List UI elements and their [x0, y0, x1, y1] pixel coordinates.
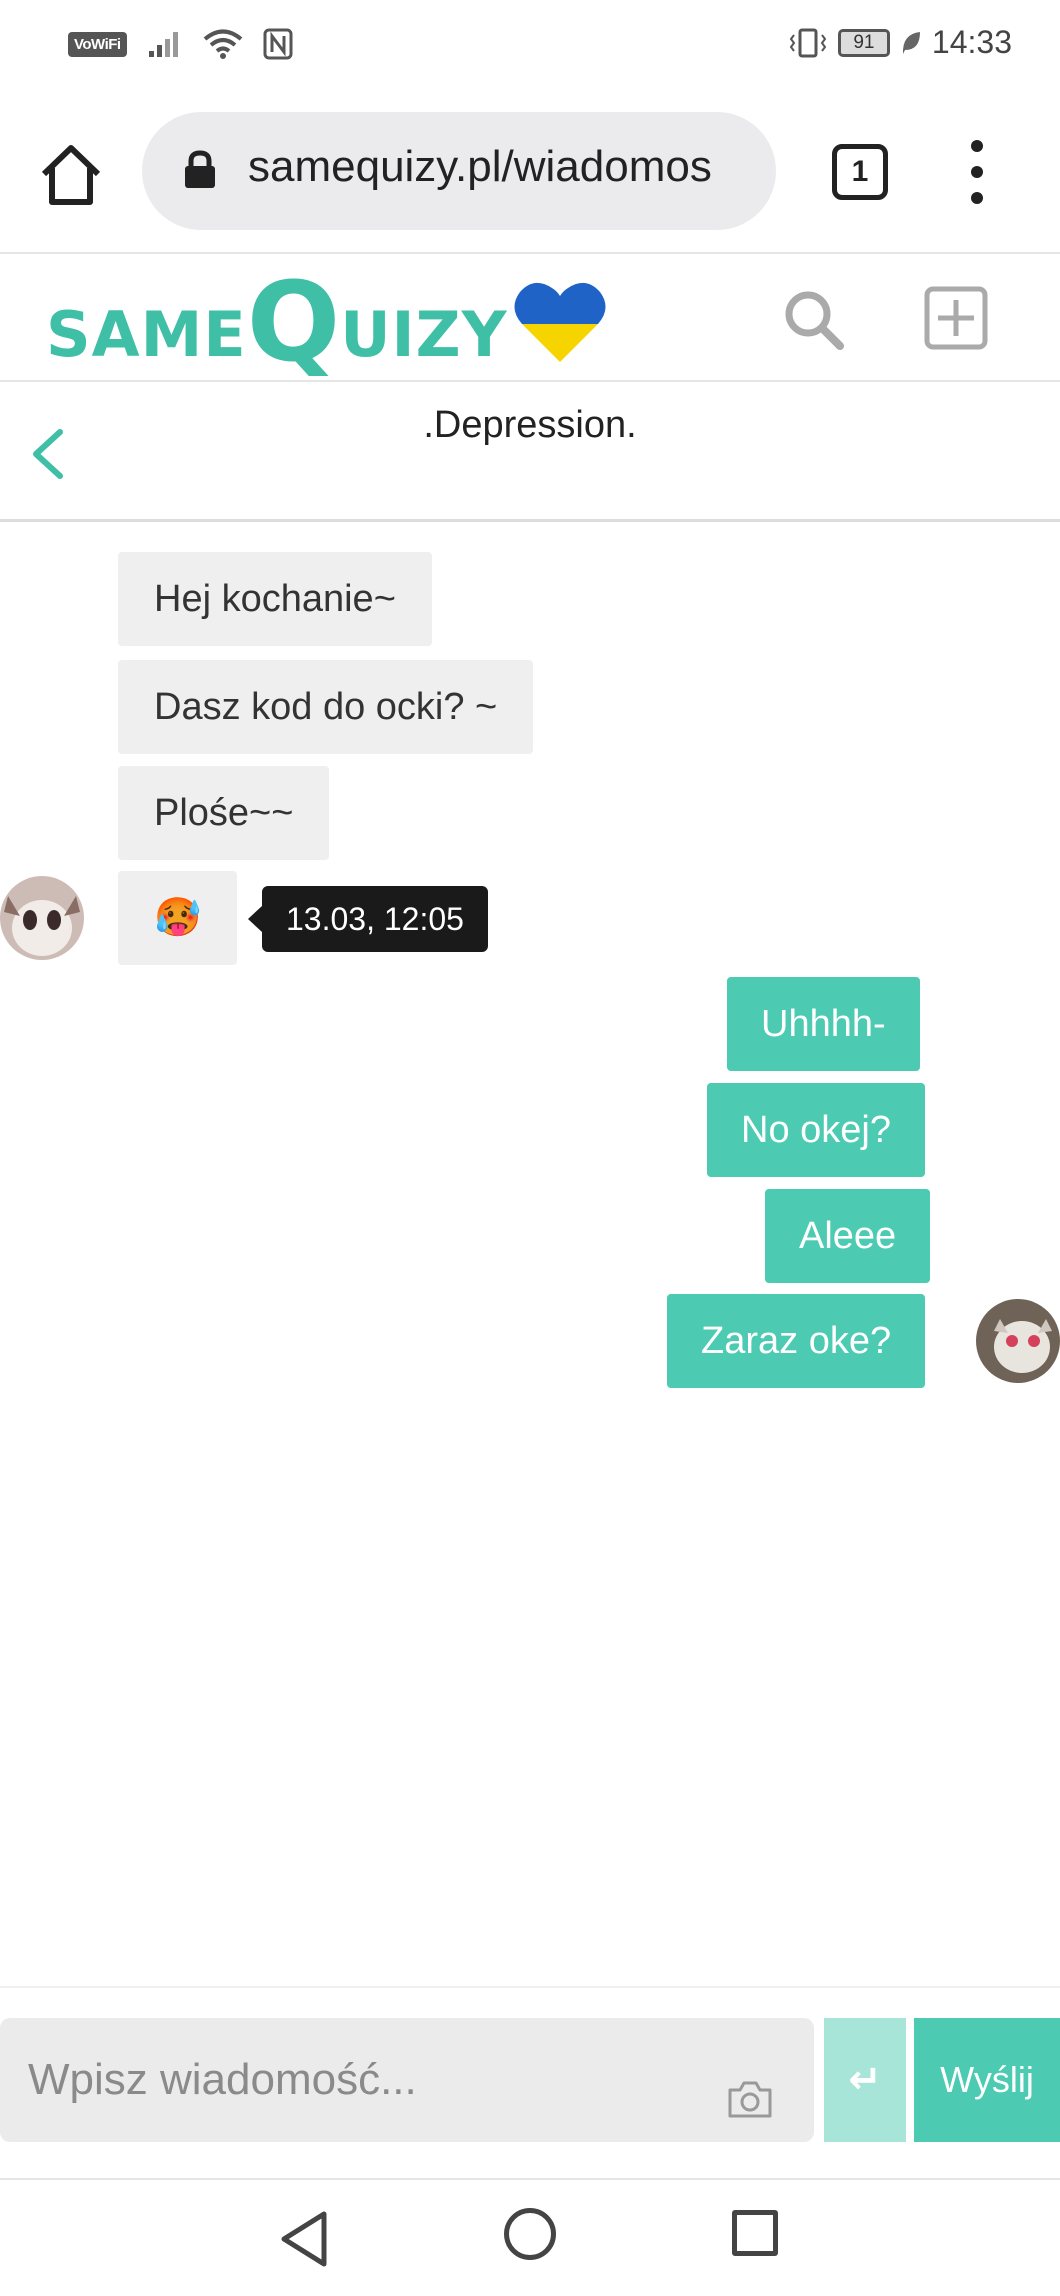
message-timestamp-tooltip: 13.03, 12:05 — [248, 886, 488, 952]
ukraine-heart-icon — [514, 282, 606, 363]
wifi-icon — [203, 29, 242, 59]
enter-toggle-button[interactable]: ↵ — [824, 2018, 906, 2142]
clock: 14:33 — [931, 24, 1012, 60]
camera-icon[interactable] — [726, 2078, 774, 2120]
nav-back-icon[interactable] — [278, 2210, 332, 2268]
tab-switcher-button[interactable]: 1 — [832, 144, 888, 200]
url-text[interactable]: samequizy.pl/wiadomos — [248, 142, 748, 192]
composer-divider — [0, 1986, 1060, 1988]
message-input[interactable] — [28, 2048, 708, 2112]
home-icon[interactable] — [36, 140, 106, 210]
incoming-message[interactable]: Hej kochanie~ — [118, 552, 432, 646]
status-right: 91 14:33 — [788, 24, 1012, 61]
browser-menu-icon[interactable] — [962, 140, 992, 204]
vibrate-icon — [789, 28, 827, 57]
lock-icon — [185, 150, 215, 188]
incoming-message[interactable]: Dasz kod do ocki? ~ — [118, 660, 534, 754]
outgoing-message[interactable]: No okej? — [707, 1083, 925, 1177]
outgoing-message[interactable]: Uhhhh- — [727, 977, 920, 1071]
outgoing-message[interactable]: Zaraz oke? — [667, 1294, 926, 1388]
site-header: SAME Q UIZY — [0, 256, 1060, 382]
message-input-box[interactable] — [0, 2018, 814, 2142]
conversation-header: .Depression. — [0, 384, 1060, 522]
sender-avatar[interactable] — [0, 876, 84, 960]
status-left: VoWiFi — [68, 28, 293, 60]
incoming-message-emoji[interactable]: 🥵 — [118, 871, 238, 965]
add-quiz-icon[interactable] — [924, 286, 988, 350]
vowifi-indicator: VoWiFi — [68, 31, 127, 57]
incoming-message[interactable]: Plośe~~ — [118, 766, 330, 860]
nav-home-icon[interactable] — [504, 2208, 556, 2260]
signal-icon — [148, 32, 178, 57]
samequizy-logo[interactable]: SAME Q UIZY — [46, 262, 507, 377]
nav-recent-apps-icon[interactable] — [732, 2210, 778, 2256]
address-bar[interactable]: samequizy.pl/wiadomos — [142, 112, 776, 230]
leaf-icon — [902, 31, 920, 54]
status-bar: VoWiFi 91 14:33 — [0, 0, 1060, 90]
search-icon[interactable] — [780, 286, 850, 356]
browser-toolbar: samequizy.pl/wiadomos 1 — [0, 90, 1060, 254]
conversation-title[interactable]: .Depression. — [0, 404, 1060, 447]
nfc-icon — [263, 28, 293, 60]
battery-level: 91 — [837, 28, 890, 57]
own-avatar[interactable] — [976, 1299, 1060, 1383]
send-button[interactable]: Wyślij — [914, 2018, 1060, 2142]
outgoing-message[interactable]: Aleee — [765, 1189, 931, 1283]
system-navigation-bar — [0, 2178, 1060, 2296]
